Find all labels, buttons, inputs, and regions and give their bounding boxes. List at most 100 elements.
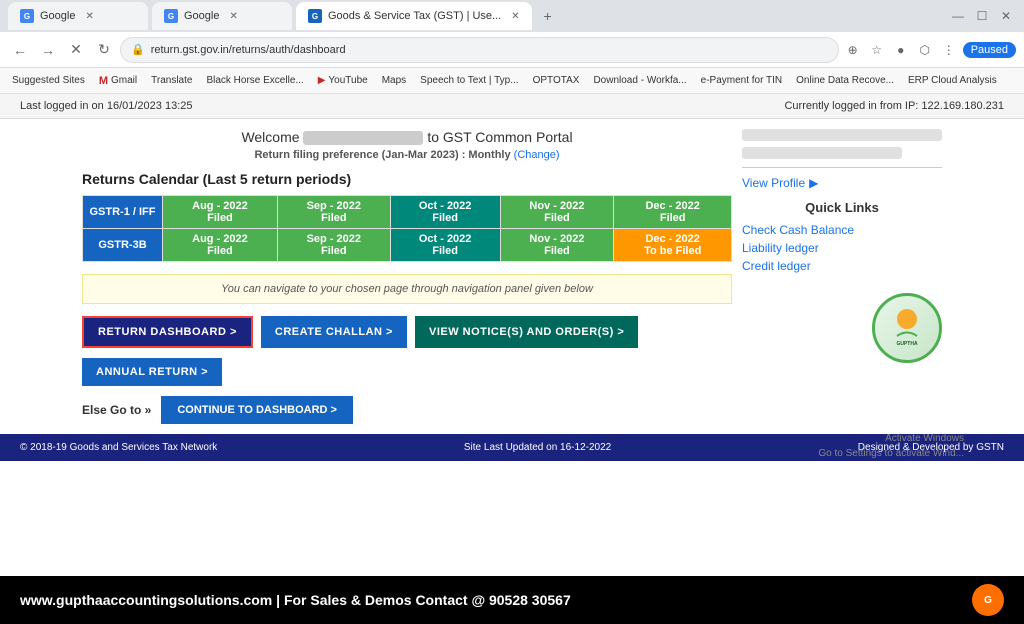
return-pref-text: Return filing preference (Jan-Mar 2023) … [82,149,732,161]
tab-google-2[interactable]: G Google ✕ [152,2,292,30]
bookmark-gmail[interactable]: M Gmail [95,75,141,87]
bookmark-suggested-sites[interactable]: Suggested Sites [8,75,89,86]
minimize-button[interactable]: — [948,6,968,26]
create-challan-button[interactable]: CREATE CHALLAN > [261,316,407,348]
profile-name-blurred [742,129,942,141]
bookmark-epayment[interactable]: e-Payment for TIN [697,75,787,86]
arrow-icon: ▶ [809,176,818,190]
bookmark-icon[interactable]: ☆ [867,40,887,60]
guptha-logo: GUPTHA [872,293,942,363]
forward-button[interactable]: → [36,38,60,62]
view-profile-label: View Profile [742,176,805,190]
action-buttons-row2: ANNUAL RETURN > [82,358,732,386]
gstr1-dec[interactable]: Dec - 2022 Filed [614,196,732,229]
continue-dashboard-button[interactable]: CONTINUE TO DASHBOARD > [161,396,353,424]
bookmark-speech[interactable]: Speech to Text | Typ... [416,75,522,86]
return-dashboard-button[interactable]: RETURN DASHBOARD > [82,316,253,348]
tab-google-1[interactable]: G Google ✕ [8,2,148,30]
footer-copyright: © 2018-19 Goods and Services Tax Network [20,442,217,453]
footer-updated: Site Last Updated on 16-12-2022 [464,442,611,453]
welcome-text: Welcome to GST Common Portal [82,129,732,145]
guptha-logo-svg: GUPTHA [882,301,932,351]
bookmark-blackhorse[interactable]: Black Horse Excelle... [202,75,307,86]
gstr3b-oct[interactable]: Oct - 2022 Filed [390,229,500,262]
bookmark-download[interactable]: Download - Workfa... [589,75,690,86]
page-content: Last logged in on 16/01/2023 13:25 Curre… [0,94,1024,576]
bookmark-label: e-Payment for TIN [701,75,783,86]
annual-return-button[interactable]: ANNUAL RETURN > [82,358,222,386]
calendar-title: Returns Calendar (Last 5 return periods) [82,171,732,187]
gstr3b-sep[interactable]: Sep - 2022 Filed [277,229,390,262]
url-text: return.gst.gov.in/returns/auth/dashboard [151,44,346,56]
view-notices-button[interactable]: VIEW NOTICE(S) AND ORDER(S) > [415,316,638,348]
gstr3b-aug[interactable]: Aug - 2022 Filed [163,229,278,262]
tab-close-3[interactable]: ✕ [511,11,519,22]
bookmark-translate[interactable]: Translate [147,75,196,86]
activate-windows-text: Activate Windows [818,431,964,446]
lock-icon: 🔒 [131,43,145,56]
bookmark-label: Maps [382,75,406,86]
return-pref-label: Return filing preference (Jan-Mar 2023) … [254,149,510,161]
gstr1-sep[interactable]: Sep - 2022 Filed [277,196,390,229]
bottom-banner-text: www.gupthaaccountingsolutions.com | For … [20,592,571,608]
current-ip-text: Currently logged in from IP: 122.169.180… [784,100,1004,112]
credit-ledger-link[interactable]: Credit ledger [742,259,942,273]
windows-notice: Activate Windows Go to Settings to activ… [818,431,964,461]
youtube-icon: ▶ [318,75,326,86]
tab-label-1: Google [40,10,75,22]
quick-links-title: Quick Links [742,200,942,215]
address-bar[interactable]: 🔒 return.gst.gov.in/returns/auth/dashboa… [120,37,839,63]
gstr1-nov[interactable]: Nov - 2022 Filed [500,196,614,229]
view-profile-link[interactable]: View Profile ▶ [742,176,942,190]
table-row: GSTR-1 / IFF Aug - 2022 Filed Sep - 2022… [83,196,732,229]
nav-icons: ⊕ ☆ ● ⬡ ⋮ Paused [843,40,1016,60]
google-favicon-2: G [164,9,178,23]
gstr1-aug[interactable]: Aug - 2022 Filed [163,196,278,229]
bottom-logo: G [972,584,1004,616]
back-button[interactable]: ← [8,38,32,62]
bookmark-youtube[interactable]: ▶ YouTube [314,75,372,86]
tab-label-2: Google [184,10,219,22]
last-logged-text: Last logged in on 16/01/2023 13:25 [20,100,192,112]
returns-calendar: Returns Calendar (Last 5 return periods)… [82,171,732,262]
svg-text:GUPTHA: GUPTHA [896,341,918,347]
welcome-before: Welcome [241,129,299,145]
else-goto-section: Else Go to » CONTINUE TO DASHBOARD > [82,396,732,424]
extension-icon[interactable]: ⬡ [915,40,935,60]
action-buttons: RETURN DASHBOARD > CREATE CHALLAN > VIEW… [82,316,732,348]
tab-gst[interactable]: G Goods & Service Tax (GST) | Use... ✕ [296,2,532,30]
gstr3b-nov[interactable]: Nov - 2022 Filed [500,229,614,262]
gstr1-oct[interactable]: Oct - 2022 Filed [390,196,500,229]
content-wrapper: Welcome to GST Common Portal Return fili… [82,129,942,424]
bookmark-maps[interactable]: Maps [378,75,410,86]
bookmark-optotax[interactable]: OPTOTAX [529,75,584,86]
paused-button[interactable]: Paused [963,42,1016,58]
table-row: GSTR-3B Aug - 2022 Filed Sep - 2022 File… [83,229,732,262]
profile-icon[interactable]: ● [891,40,911,60]
browser-chrome: G Google ✕ G Google ✕ G Goods & Service … [0,0,1024,94]
main-left: Welcome to GST Common Portal Return fili… [82,129,732,424]
main-content: Welcome to GST Common Portal Return fili… [62,119,962,434]
welcome-after: to GST Common Portal [427,129,572,145]
tab-close-1[interactable]: ✕ [85,11,93,22]
bookmark-erp[interactable]: ERP Cloud Analysis [904,75,1001,86]
bottom-banner: www.gupthaaccountingsolutions.com | For … [0,576,1024,624]
bookmark-label: Black Horse Excelle... [206,75,303,86]
reload-button[interactable]: ↻ [92,38,116,62]
bookmark-online-data[interactable]: Online Data Recove... [792,75,898,86]
close-button[interactable]: ✕ [996,6,1016,26]
check-cash-balance-link[interactable]: Check Cash Balance [742,223,942,237]
tab-close-2[interactable]: ✕ [229,11,237,22]
bookmark-label: Gmail [111,75,137,86]
change-link[interactable]: (Change) [514,149,560,161]
right-panel: View Profile ▶ Quick Links Check Cash Ba… [742,129,942,363]
close-nav-button[interactable]: ✕ [64,38,88,62]
settings-icon[interactable]: ⋮ [939,40,959,60]
new-tab-button[interactable]: + [536,4,560,28]
gstr3b-dec[interactable]: Dec - 2022 To be Filed [614,229,732,262]
liability-ledger-link[interactable]: Liability ledger [742,241,942,255]
cast-icon[interactable]: ⊕ [843,40,863,60]
nav-bar: ← → ✕ ↻ 🔒 return.gst.gov.in/returns/auth… [0,32,1024,68]
maximize-button[interactable]: ☐ [972,6,992,26]
bookmark-label: ERP Cloud Analysis [908,75,997,86]
